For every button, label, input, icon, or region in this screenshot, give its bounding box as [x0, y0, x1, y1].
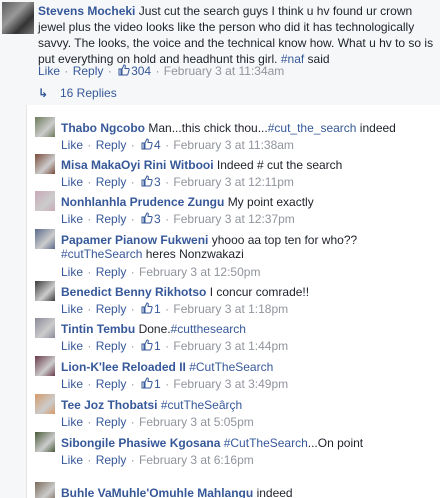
like-count[interactable]: 304	[116, 64, 154, 78]
reply-text: Indeed # cut the search	[216, 158, 343, 172]
reply-author[interactable]: Lion-K'lee Reloaded II	[61, 360, 186, 374]
hashtag-link[interactable]: #naf	[281, 52, 304, 66]
reply-body: Tintin Tembu Done.#cutthesearch	[61, 322, 437, 336]
comment-actions: Like · Reply · 304 · February 3 at 11:34…	[38, 64, 284, 78]
reply-body: Buhle VaMuhle'Omuhle Mahlangu indeed	[61, 486, 437, 498]
reply-item: Tintin Tembu Done.#cutthesearch Like · Re…	[27, 312, 440, 353]
reply-arrow-icon: ↳	[38, 86, 49, 100]
reply-text: yhooo aa top ten for who??	[211, 233, 358, 247]
reply-button[interactable]: Reply	[96, 453, 127, 467]
reply-body: Lion-K'lee Reloaded II #CutTheSearch	[61, 360, 437, 374]
like-button[interactable]: Like	[38, 64, 60, 78]
separator: ·	[127, 453, 139, 467]
reply-body: Benedict Benny Rikhotso I concur comrade…	[61, 285, 437, 299]
reply-body: Sibongile Phasiwe Kgosana #CutTheSearch.…	[61, 436, 437, 450]
avatar[interactable]	[35, 432, 55, 452]
main-comment: Stevens Mocheki Just cut the search guys…	[0, 0, 440, 82]
reply-author[interactable]: Tee Joz Thobatsi	[61, 398, 157, 412]
avatar[interactable]	[35, 356, 55, 376]
reply-item: Buhle VaMuhle'Omuhle Mahlangu indeed	[27, 476, 440, 498]
replies-count-label: 16 Replies	[60, 86, 117, 100]
reply-text-end: heres Nonzwakazi	[142, 247, 244, 261]
reply-text: Done.	[138, 322, 171, 336]
timestamp[interactable]: February 3 at 11:34am	[164, 64, 285, 78]
avatar[interactable]	[2, 2, 34, 34]
reply-author[interactable]: Nonhlanhla Prudence Zungu	[61, 195, 224, 209]
reply-author[interactable]: Benedict Benny Rikhotso	[61, 285, 206, 299]
reply-actions: Like · Reply · February 3 at 6:16pm	[61, 453, 254, 467]
replies-list: Thabo Ngcobo Man...this chick thou...#cu…	[26, 105, 440, 498]
avatar[interactable]	[35, 117, 55, 137]
reply-text: Man...this chick thou...	[148, 121, 268, 135]
reply-item: Benedict Benny Rikhotso I concur comrade…	[27, 275, 440, 316]
reply-item: Misa MakaOyi Rini Witbooi Indeed # cut t…	[27, 148, 440, 189]
reply-author[interactable]: Tintin Tembu	[61, 322, 135, 336]
reply-body: Misa MakaOyi Rini Witbooi Indeed # cut t…	[61, 158, 437, 172]
hashtag-link[interactable]: #cut_the_search	[268, 121, 357, 135]
reply-text: indeed	[256, 486, 293, 498]
hashtag-link[interactable]: #CutTheSearch	[224, 436, 308, 450]
reply-item: Tee Joz Thobatsi #cutTheSeârçh Like · Rep…	[27, 388, 440, 429]
thumbs-up-icon	[118, 64, 130, 76]
hashtag-link[interactable]: #cutTheSearch	[61, 247, 142, 261]
avatar[interactable]	[35, 154, 55, 174]
avatar[interactable]	[35, 191, 55, 211]
separator: ·	[64, 64, 69, 78]
separator: ·	[155, 64, 160, 78]
reply-author[interactable]: Buhle VaMuhle'Omuhle Mahlangu	[61, 486, 253, 498]
reply-text-end: indeed	[356, 121, 396, 135]
timestamp[interactable]: February 3 at 6:16pm	[139, 453, 254, 467]
reply-body: Tee Joz Thobatsi #cutTheSeârçh	[61, 398, 437, 412]
comment-text-end: said	[304, 52, 330, 66]
comment-body: Stevens Mocheki Just cut the search guys…	[38, 3, 434, 67]
reply-author[interactable]: Papamer Pianow Fukweni	[61, 233, 208, 247]
reply-text-end: ...On point	[307, 436, 364, 450]
reply-text: I concur comrade!!	[209, 285, 310, 299]
comment-author[interactable]: Stevens Mocheki	[38, 4, 135, 18]
hashtag-link[interactable]: #cutTheSeârçh	[161, 398, 242, 412]
reply-button[interactable]: Reply	[73, 64, 104, 78]
reply-body: Nonhlanhla Prudence Zungu My point exact…	[61, 195, 437, 209]
reply-item: Nonhlanhla Prudence Zungu My point exact…	[27, 185, 440, 226]
reply-author[interactable]: Sibongile Phasiwe Kgosana	[61, 436, 220, 450]
reply-item: Papamer Pianow Fukweni yhooo aa top ten …	[27, 223, 440, 279]
reply-text: My point exactly	[227, 195, 314, 209]
reply-author[interactable]: Misa MakaOyi Rini Witbooi	[61, 158, 214, 172]
avatar[interactable]	[35, 482, 55, 498]
reply-body: Thabo Ngcobo Man...this chick thou...#cu…	[61, 121, 437, 135]
view-replies-link[interactable]: ↳ 16 Replies	[38, 86, 117, 100]
reply-author[interactable]: Thabo Ngcobo	[61, 121, 145, 135]
like-button[interactable]: Like	[61, 453, 83, 467]
reply-item: Thabo Ngcobo Man...this chick thou...#cu…	[27, 111, 440, 152]
like-count-value: 304	[131, 64, 152, 78]
separator: ·	[84, 453, 95, 467]
hashtag-link[interactable]: #CutTheSearch	[189, 360, 273, 374]
reply-item: Lion-K'lee Reloaded II #CutTheSearch Like…	[27, 350, 440, 391]
avatar[interactable]	[35, 229, 55, 249]
avatar[interactable]	[35, 318, 55, 338]
avatar[interactable]	[35, 394, 55, 414]
hashtag-link[interactable]: #cutthesearch	[171, 322, 246, 336]
reply-item: Sibongile Phasiwe Kgosana #CutTheSearch.…	[27, 426, 440, 467]
reply-body: Papamer Pianow Fukweni yhooo aa top ten …	[61, 233, 391, 261]
avatar[interactable]	[35, 281, 55, 301]
separator: ·	[107, 64, 112, 78]
